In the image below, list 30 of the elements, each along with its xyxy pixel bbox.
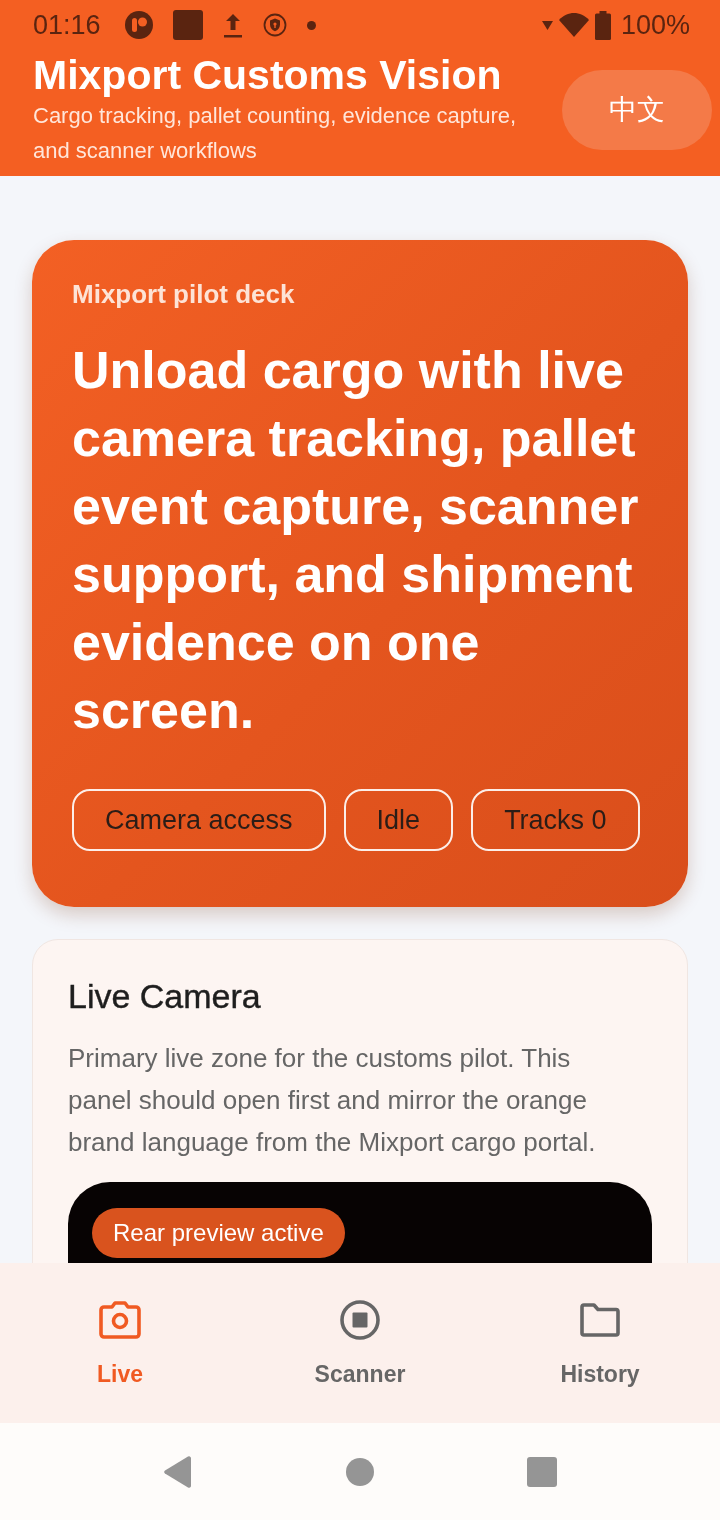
- status-chip: Idle: [343, 789, 454, 851]
- folder-icon: [580, 1303, 620, 1337]
- status-chip: Camera access: [72, 789, 326, 851]
- status-time: 01:16: [33, 11, 101, 39]
- app-subtitle: Cargo tracking, pallet counting, evidence capture, and scanner workflows: [33, 102, 518, 165]
- preview-badge: Rear preview active: [92, 1208, 345, 1258]
- square-notification-icon: [172, 10, 203, 40]
- app-notification-icon: [124, 11, 153, 39]
- stop-circle-icon: [340, 1300, 380, 1340]
- battery-percentage: 100%: [620, 11, 690, 39]
- status-chip: Tracks 0: [471, 789, 640, 851]
- home-icon[interactable]: [346, 1457, 374, 1486]
- nav-tab[interactable]: Live: [0, 1263, 240, 1423]
- wifi-icon: [558, 13, 589, 37]
- battery-icon: [594, 10, 611, 40]
- upload-icon: [222, 12, 243, 38]
- back-icon[interactable]: [163, 1455, 193, 1488]
- shield-icon: [262, 13, 287, 37]
- camera-icon: [99, 1301, 141, 1339]
- card-title: Live Camera: [68, 976, 262, 1016]
- language-button[interactable]: 中文: [562, 70, 712, 150]
- dot-icon: [306, 20, 316, 30]
- app-title: Mixport Customs Vision: [33, 52, 503, 98]
- hero-eyebrow: Mixport pilot deck: [72, 278, 296, 310]
- nav-tab[interactable]: Scanner: [240, 1263, 480, 1423]
- card-description: Primary live zone for the customs pilot. This panel should open first and mirror the orange brand language from the Mixport cargo portal.: [68, 1042, 597, 1159]
- recent-apps-icon[interactable]: [527, 1456, 557, 1487]
- data-arrow-icon: [541, 20, 553, 30]
- nav-tab[interactable]: History: [480, 1263, 720, 1423]
- hero-headline: Unload cargo with live camera tracking, pallet event capture, scanner support, and shipment evidence on one screen.: [72, 340, 640, 741]
